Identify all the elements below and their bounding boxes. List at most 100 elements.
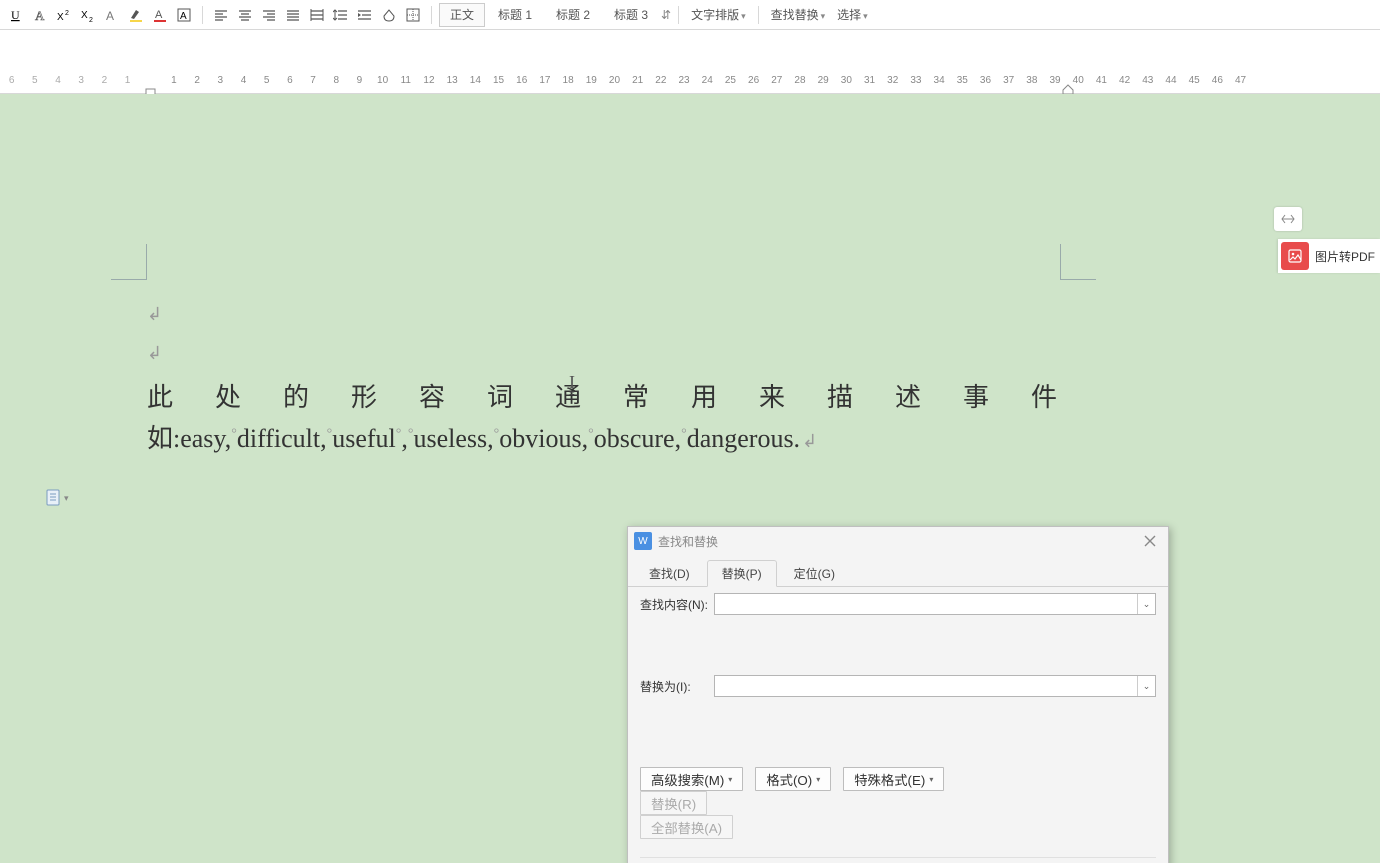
ruler-tick: 45 — [1183, 75, 1206, 86]
ruler-tick: 30 — [835, 75, 858, 86]
ruler-tick: 28 — [788, 75, 811, 86]
side-panel-collapse[interactable] — [1274, 207, 1302, 231]
ruler-tick: 7 — [301, 75, 324, 86]
ruler-tick: 12 — [417, 75, 440, 86]
font-outline-button[interactable]: A — [29, 4, 51, 26]
ruler-tick: 36 — [974, 75, 997, 86]
svg-text:2: 2 — [89, 17, 93, 22]
ruler-tick: 4 — [232, 75, 255, 86]
ruler-tick: 1 — [116, 75, 139, 86]
formatting-toolbar: U A X2 X2 A A A 正文 标题 1 标题 2 标题 3 ⇵ 文字排版… — [0, 0, 1380, 30]
replace-history-dropdown[interactable]: ⌄ — [1137, 676, 1155, 696]
find-history-dropdown[interactable]: ⌄ — [1137, 594, 1155, 614]
ruler-tick: 38 — [1020, 75, 1043, 86]
ruler-tick: 9 — [348, 75, 371, 86]
ruler-tick: 47 — [1229, 75, 1252, 86]
align-left-button[interactable] — [210, 4, 232, 26]
svg-text:U: U — [11, 8, 20, 22]
section-nav-icon[interactable]: ▾ — [46, 489, 69, 507]
style-h1[interactable]: 标题 1 — [487, 3, 543, 27]
close-icon — [1144, 535, 1156, 547]
align-center-button[interactable] — [234, 4, 256, 26]
page-margin-corner-tr — [1060, 244, 1096, 280]
advanced-search-button[interactable]: 高级搜索(M)▾ — [640, 767, 743, 791]
horizontal-ruler[interactable]: 6543211234567891011121314151617181920212… — [0, 70, 1380, 90]
svg-text:X: X — [57, 12, 64, 22]
ruler-tick: 23 — [672, 75, 695, 86]
superscript-button[interactable]: X2 — [53, 4, 75, 26]
typography-menu[interactable]: 文字排版▾ — [685, 4, 752, 26]
line-spacing-button[interactable] — [330, 4, 352, 26]
subscript-button[interactable]: X2 — [77, 4, 99, 26]
replace-all-button[interactable]: 全部替换(A) — [640, 815, 733, 839]
ruler-tick: 26 — [742, 75, 765, 86]
collapse-icon — [1281, 213, 1295, 225]
ruler-tick: 29 — [812, 75, 835, 86]
dialog-close-button[interactable] — [1138, 531, 1162, 551]
select-menu[interactable]: 选择▾ — [831, 4, 874, 26]
replace-input[interactable] — [715, 676, 1137, 696]
replace-label: 替换为(I): — [640, 678, 714, 695]
ruler-tick: 8 — [325, 75, 348, 86]
align-right-button[interactable] — [258, 4, 280, 26]
find-input-combo: ⌄ — [714, 593, 1156, 615]
svg-text:A: A — [106, 9, 114, 22]
underline-button[interactable]: U — [5, 4, 27, 26]
typography-label: 文字排版 — [691, 8, 739, 22]
find-label: 查找内容(N): — [640, 596, 714, 613]
character-border-button[interactable]: A — [173, 4, 195, 26]
ruler-tick: 5 — [255, 75, 278, 86]
select-label: 选择 — [837, 8, 861, 22]
ruler-tick: 24 — [696, 75, 719, 86]
ruler-tick: 10 — [371, 75, 394, 86]
dialog-titlebar[interactable]: W 查找和替换 — [628, 527, 1168, 555]
borders-button[interactable] — [402, 4, 424, 26]
ruler-tick: 32 — [881, 75, 904, 86]
ruler-tick: 21 — [626, 75, 649, 86]
highlight-color-button[interactable] — [125, 4, 147, 26]
document-content[interactable]: ↲ ↲ 此处的形容词通常用来描述事件 如:easy,°difficult,°us… — [147, 302, 1073, 457]
ruler-tick: 4 — [46, 75, 69, 86]
ruler-tick: 46 — [1206, 75, 1229, 86]
find-replace-dialog: W 查找和替换 查找(D) 替换(P) 定位(G) 查找内容(N): ⌄ — [627, 526, 1169, 863]
ruler-tick: 41 — [1090, 75, 1113, 86]
style-body[interactable]: 正文 — [439, 3, 485, 27]
ruler-area: 6543211234567891011121314151617181920212… — [0, 30, 1380, 94]
special-format-button[interactable]: 特殊格式(E)▾ — [843, 767, 944, 791]
document-area: ↲ ↲ 此处的形容词通常用来描述事件 如:easy,°difficult,°us… — [0, 94, 1380, 863]
find-input[interactable] — [715, 594, 1137, 614]
ruler-tick: 42 — [1113, 75, 1136, 86]
ruler-tick: 15 — [487, 75, 510, 86]
ruler-tick: 35 — [951, 75, 974, 86]
indent-button[interactable] — [354, 4, 376, 26]
style-more-dropdown[interactable]: ⇵ — [660, 4, 672, 26]
align-justify-button[interactable] — [282, 4, 304, 26]
ruler-tick: 1 — [162, 75, 185, 86]
svg-text:2: 2 — [65, 10, 69, 17]
style-h2[interactable]: 标题 2 — [545, 3, 601, 27]
font-effects-button[interactable]: A — [101, 4, 123, 26]
ruler-tick: 14 — [464, 75, 487, 86]
replace-input-combo: ⌄ — [714, 675, 1156, 697]
ruler-tick: 43 — [1136, 75, 1159, 86]
svg-text:X: X — [81, 10, 88, 21]
style-h3[interactable]: 标题 3 — [603, 3, 659, 27]
find-replace-menu[interactable]: 查找替换▾ — [765, 4, 832, 26]
ruler-tick: 16 — [510, 75, 533, 86]
image-to-pdf-button[interactable]: 图片转PDF — [1278, 239, 1380, 273]
replace-button[interactable]: 替换(R) — [640, 791, 707, 815]
ruler-tick: 6 — [278, 75, 301, 86]
text-line-1: 此处的形容词通常用来描述事件 — [147, 380, 1073, 416]
app-icon: W — [634, 532, 652, 550]
format-button[interactable]: 格式(O)▾ — [755, 767, 831, 791]
ruler-tick: 2 — [186, 75, 209, 86]
ruler-tick: 44 — [1159, 75, 1182, 86]
font-color-button[interactable]: A — [149, 4, 171, 26]
svg-text:A: A — [35, 8, 45, 22]
distribute-button[interactable] — [306, 4, 328, 26]
ruler-tick: 6 — [0, 75, 23, 86]
shading-button[interactable] — [378, 4, 400, 26]
dialog-title: 查找和替换 — [658, 533, 1138, 550]
ruler-tick: 13 — [441, 75, 464, 86]
page-margin-corner-tl — [111, 244, 147, 280]
